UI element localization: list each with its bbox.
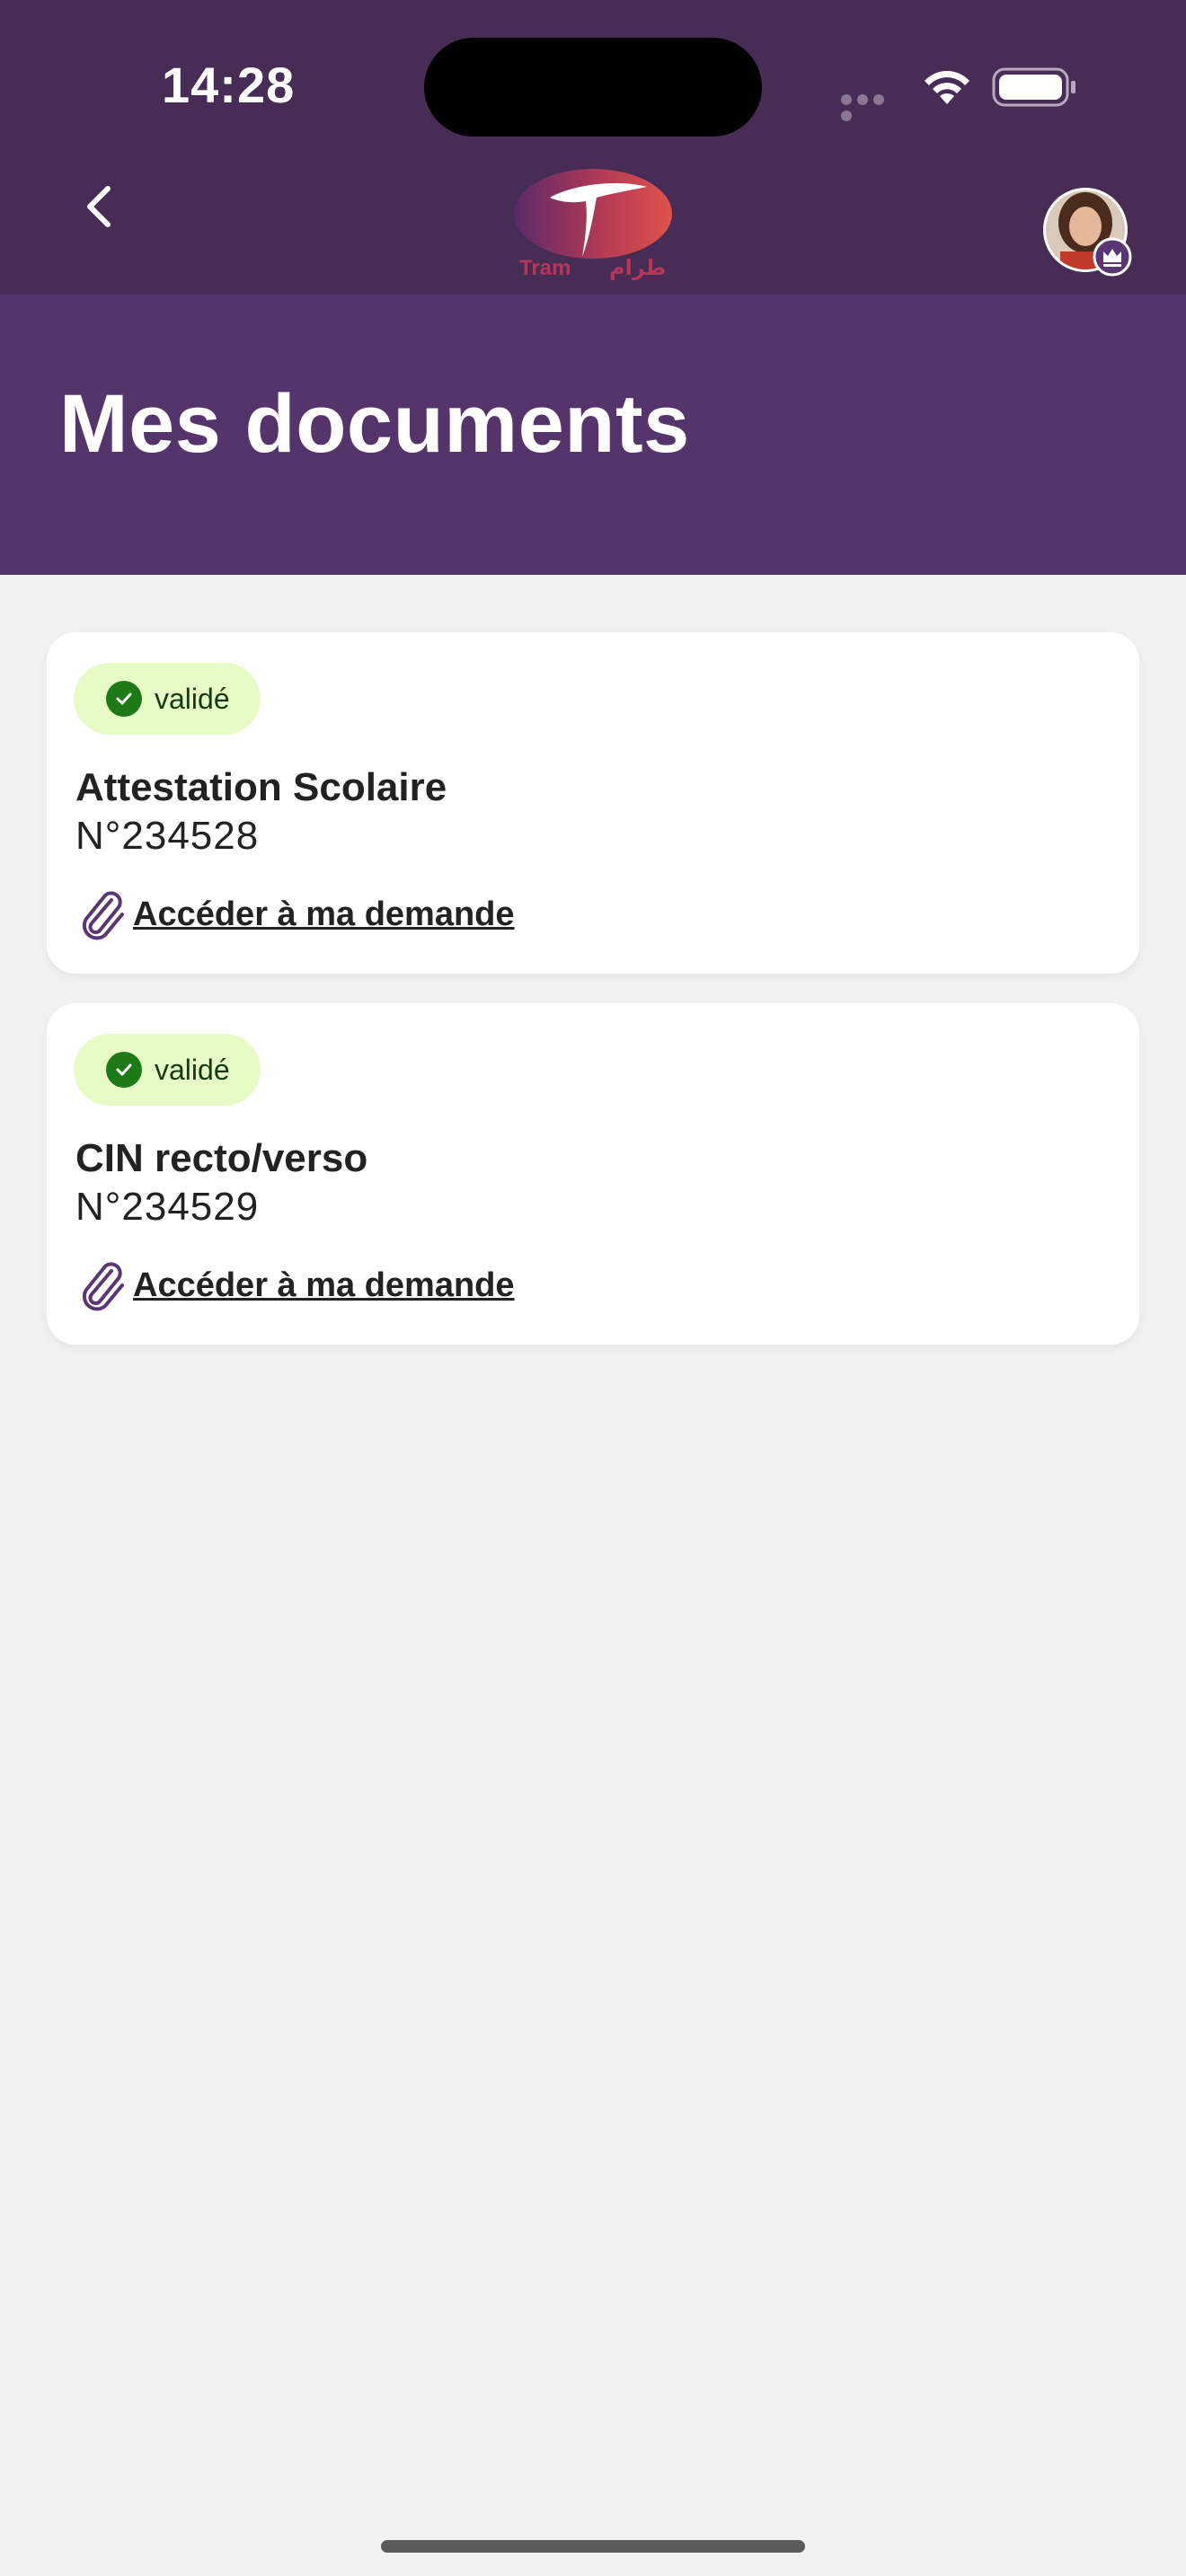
status-badge: validé [74,663,261,735]
logo-text-arabic: طرام [609,255,666,280]
paperclip-icon [82,891,124,940]
access-request-link-label[interactable]: Accéder à ma demande [133,895,515,934]
document-title: Attestation Scolaire [75,765,447,809]
dynamic-island [424,38,762,137]
avatar[interactable] [1042,187,1132,277]
check-icon [106,1052,142,1088]
battery-icon [992,67,1075,107]
document-title: CIN recto/verso [75,1136,368,1180]
document-number: N°234528 [75,814,260,858]
crown-icon [1093,237,1132,277]
check-icon [106,681,142,717]
logo-text-latin: Tram [519,256,571,280]
document-card: validé Attestation Scolaire N°234528 Acc… [47,632,1139,974]
status-time: 14:28 [162,57,296,113]
chevron-left-icon [87,186,111,227]
wifi-icon [925,71,969,104]
page-title: Mes documents [59,378,690,470]
document-number: N°234529 [75,1185,260,1229]
paperclip-icon [82,1262,124,1311]
home-indicator[interactable] [381,2540,805,2553]
status-badge-label: validé [155,1053,230,1086]
access-request-link[interactable]: Accéder à ma demande [75,887,515,941]
access-request-link-label[interactable]: Accéder à ma demande [133,1266,515,1305]
access-request-link[interactable]: Accéder à ma demande [75,1258,515,1312]
document-card: validé CIN recto/verso N°234529 Accéder … [47,1003,1139,1345]
tram-logo: Tram طرام [514,169,672,280]
status-badge: validé [74,1034,261,1106]
status-badge-label: validé [155,682,230,715]
back-button[interactable] [63,171,135,243]
cellular-signal-icon [841,93,904,121]
